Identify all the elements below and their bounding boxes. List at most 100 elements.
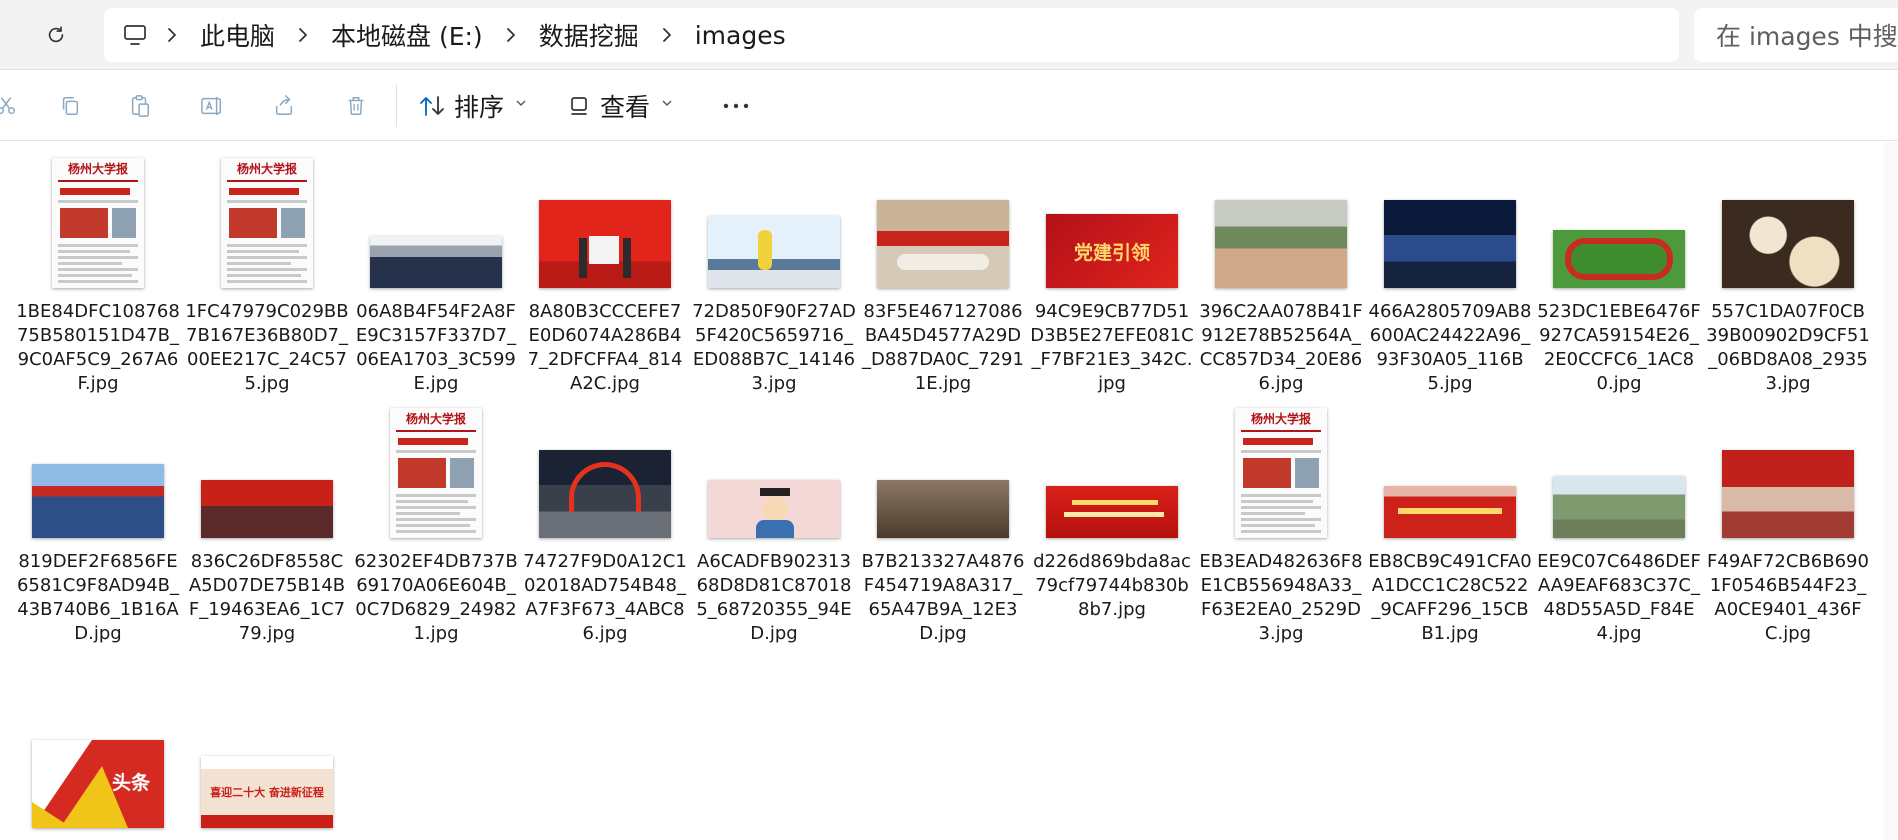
thumb-text: 党建引领 <box>1073 241 1150 264</box>
file-item[interactable]: 83F5E467127086BA45D4577A29D_D887DA0C_729… <box>859 154 1027 396</box>
photo-thumbnail <box>539 450 671 538</box>
chevron-right-icon[interactable] <box>489 20 533 50</box>
photo-thumbnail <box>877 200 1009 288</box>
file-item[interactable]: 72D850F90F27AD5F420C5659716_ED088B7C_141… <box>690 154 858 396</box>
file-item[interactable]: 杨州大学报 1BE84DFC10876875B580151D47B_9C0AF5… <box>14 154 182 396</box>
file-item[interactable]: 党建引领 94C9E9CB77D51D3B5E27EFE081C_F7BF21E3… <box>1028 154 1196 396</box>
file-name: 1FC47979C029BB7B167E36B80D7_00EE217C_24C… <box>185 301 349 394</box>
this-pc-button[interactable] <box>120 20 150 50</box>
thumbnail-frame <box>1704 154 1872 288</box>
photo-thumbnail <box>1553 476 1685 538</box>
file-item[interactable]: 杨州大学报 EB3EAD482636F8E1CB556948A33_F63E2E… <box>1197 404 1365 646</box>
chevron-right-icon[interactable] <box>281 20 325 50</box>
newspaper-thumbnail: 杨州大学报 <box>221 158 313 288</box>
cut-button[interactable] <box>0 87 26 125</box>
file-name: 396C2AA078B41F912E78B52564A_CC857D34_20E… <box>1199 301 1363 394</box>
copy-icon <box>62 97 79 115</box>
graduate-illustration-thumbnail <box>708 480 840 538</box>
file-name: EB3EAD482636F8E1CB556948A33_F63E2EA0_252… <box>1199 551 1363 644</box>
breadcrumb-item-images[interactable]: images <box>689 21 792 50</box>
file-item[interactable]: EB8CB9C491CFA0A1DCC1C28C522_9CAFF296_15C… <box>1366 404 1534 646</box>
thumbnail-frame <box>690 154 858 288</box>
paste-button[interactable] <box>120 87 160 125</box>
monitor-icon <box>124 25 146 45</box>
thumbnail-frame <box>1366 154 1534 288</box>
thumbnail-frame <box>859 404 1027 538</box>
file-item[interactable]: 杨州大学报 1FC47979C029BB7B167E36B80D7_00EE21… <box>183 154 351 396</box>
file-item[interactable]: 杨州大学报 62302EF4DB737B69170A06E604B_0C7D68… <box>352 404 520 646</box>
sort-button[interactable]: 排序 <box>418 85 526 127</box>
command-bar: 排序 查看 <box>0 71 1898 141</box>
thumb-text: 头条 <box>111 772 150 794</box>
file-name: B7B213327A4876F454719A8A317_65A47B9A_12E… <box>861 551 1025 644</box>
search-input[interactable]: 在 images 中搜 <box>1694 8 1898 62</box>
copy-button[interactable] <box>50 87 90 125</box>
file-name: 06A8B4F54F2A8FE9C3157F337D7_06EA1703_3C5… <box>355 301 517 394</box>
file-name: EB8CB9C491CFA0A1DCC1C28C522_9CAFF296_15C… <box>1368 551 1532 644</box>
wfd-banner-thumbnail: 喜迎二十大 奋进新征程 <box>201 756 333 828</box>
thumbnail-frame <box>1535 404 1703 538</box>
file-item[interactable]: 8A80B3CCCEFE7E0D6074A286B47_2DFCFFA4_814… <box>521 154 689 396</box>
share-button[interactable] <box>264 87 304 125</box>
sort-label: 排序 <box>454 93 505 122</box>
photo-thumbnail <box>201 480 333 538</box>
file-item[interactable]: 396C2AA078B41F912E78B52564A_CC857D34_20E… <box>1197 154 1365 396</box>
photo-thumbnail <box>1722 200 1854 288</box>
breadcrumb-item-data-mining[interactable]: 数据挖掘 <box>533 17 645 53</box>
file-item[interactable]: d226d869bda8ac79cf79744b830b8b7.jpg <box>1028 404 1196 622</box>
file-item[interactable]: 头条tt_img01.jpg <box>14 694 182 840</box>
thumbnail-frame <box>14 404 182 538</box>
file-item[interactable]: 喜迎二十大 奋进新征程wfd.jpg <box>183 694 351 840</box>
photo-thumbnail <box>539 200 671 288</box>
photo-thumbnail <box>1722 450 1854 538</box>
file-item[interactable]: 06A8B4F54F2A8FE9C3157F337D7_06EA1703_3C5… <box>352 154 520 396</box>
file-item[interactable]: A6CADFB90231368D8D81C870185_68720355_94E… <box>690 404 858 646</box>
thumbnail-frame <box>1028 404 1196 538</box>
file-item[interactable]: F49AF72CB6B6901F0546B544F23_A0CE9401_436… <box>1704 404 1872 646</box>
file-item[interactable]: EE9C07C6486DEFAA9EAF683C37C_48D55A5D_F84… <box>1535 404 1703 646</box>
party-banner-thumbnail: 党建引领 <box>1046 214 1178 288</box>
newspaper-thumbnail: 杨州大学报 <box>52 158 144 288</box>
refresh-button[interactable] <box>36 20 76 50</box>
photo-thumbnail <box>1384 200 1516 288</box>
file-name: 74727F9D0A12C102018AD754B48_A7F3F673_4AB… <box>523 551 687 644</box>
breadcrumb-item-this-pc[interactable]: 此电脑 <box>194 17 281 53</box>
thumbnail-frame <box>1704 404 1872 538</box>
file-name: A6CADFB90231368D8D81C870185_68720355_94E… <box>696 551 852 644</box>
chevron-right-icon[interactable] <box>645 20 689 50</box>
share-icon <box>275 95 293 115</box>
breadcrumb-item-drive-e[interactable]: 本地磁盘 (E:) <box>325 17 489 53</box>
delete-button[interactable] <box>336 87 376 125</box>
photo-thumbnail <box>370 236 502 288</box>
file-name: 836C26DF8558CA5D07DE75B14BF_19463EA6_1C7… <box>188 551 346 644</box>
photo-thumbnail <box>1553 230 1685 288</box>
more-options-button[interactable] <box>718 85 754 127</box>
file-item[interactable]: B7B213327A4876F454719A8A317_65A47B9A_12E… <box>859 404 1027 646</box>
thumbnail-frame: 党建引领 <box>1028 154 1196 288</box>
ellipsis-icon <box>723 103 749 109</box>
toutiao-thumbnail: 头条 <box>32 740 164 828</box>
view-button[interactable]: 查看 <box>568 85 672 127</box>
file-item[interactable]: 836C26DF8558CA5D07DE75B14BF_19463EA6_1C7… <box>183 404 351 646</box>
file-name: 557C1DA07F0CB39B00902D9CF51_06BD8A08_293… <box>1706 301 1870 394</box>
address-bar-region: 此电脑 本地磁盘 (E:) 数据挖掘 images 在 images 中搜 <box>0 0 1898 70</box>
file-item[interactable]: 819DEF2F6856FE6581C9F8AD94B_43B740B6_1B1… <box>14 404 182 646</box>
thumb-text: 喜迎二十大 奋进新征程 <box>210 786 324 799</box>
rename-button[interactable] <box>192 87 232 125</box>
chevron-down-icon <box>516 100 526 106</box>
thumbnail-frame <box>690 404 858 538</box>
file-item[interactable]: 557C1DA07F0CB39B00902D9CF51_06BD8A08_293… <box>1704 154 1872 396</box>
file-name: 94C9E9CB77D51D3B5E27EFE081C_F7BF21E3_342… <box>1030 301 1194 394</box>
file-item[interactable]: 466A2805709AB8600AC24422A96_93F30A05_116… <box>1366 154 1534 396</box>
file-name: F49AF72CB6B6901F0546B544F23_A0CE9401_436… <box>1707 551 1869 644</box>
file-item[interactable]: 523DC1EBE6476F927CA59154E26_2E0CCFC6_1AC… <box>1535 154 1703 396</box>
photo-thumbnail <box>708 216 840 288</box>
thumbnail-frame <box>859 154 1027 288</box>
chevron-right-icon[interactable] <box>150 20 194 50</box>
photo-thumbnail <box>877 480 1009 538</box>
file-name: 819DEF2F6856FE6581C9F8AD94B_43B740B6_1B1… <box>16 551 180 644</box>
thumbnail-frame <box>183 404 351 538</box>
vertical-scrollbar[interactable] <box>1884 142 1898 840</box>
file-item[interactable]: 74727F9D0A12C102018AD754B48_A7F3F673_4AB… <box>521 404 689 646</box>
breadcrumb[interactable]: 此电脑 本地磁盘 (E:) 数据挖掘 images <box>104 8 1679 62</box>
